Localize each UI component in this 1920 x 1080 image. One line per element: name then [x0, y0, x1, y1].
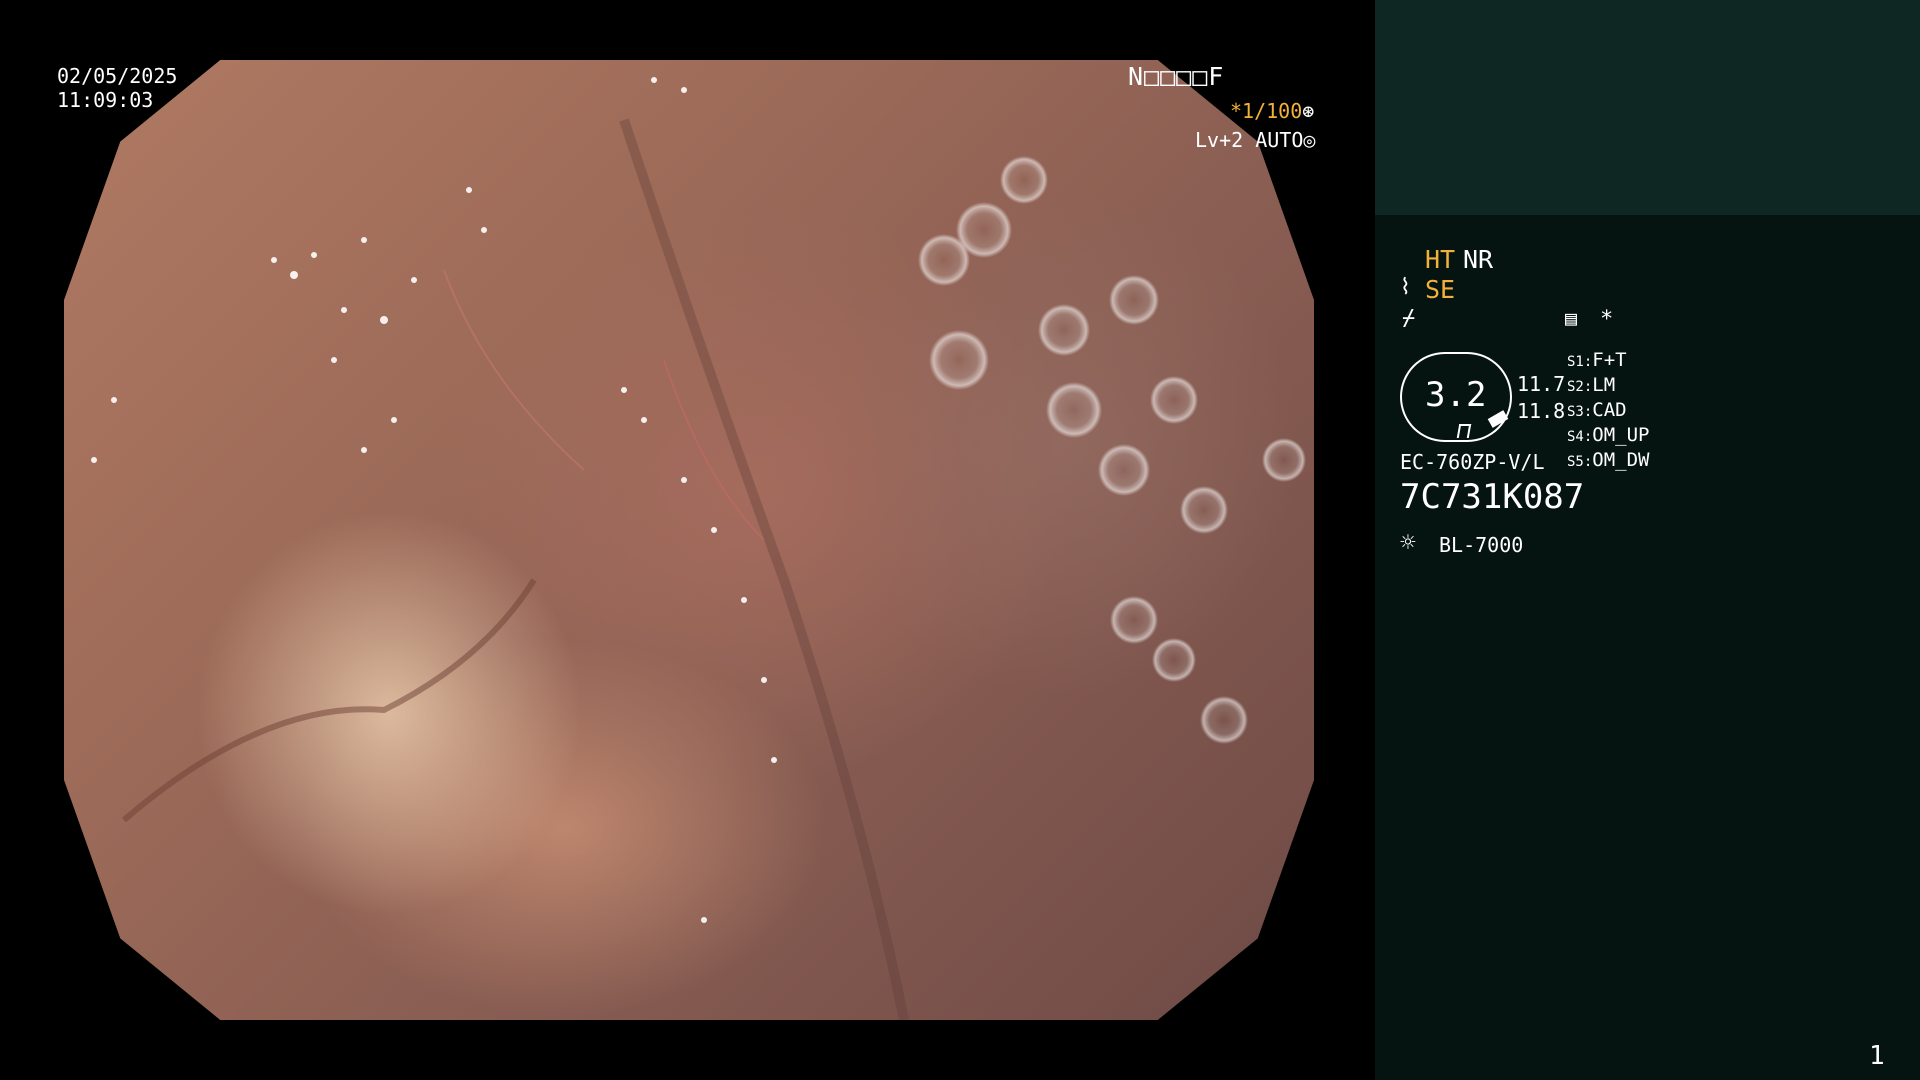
brightness-level: Lv+2 AUTO◎ [1195, 130, 1315, 150]
switch-value: OM_UP [1592, 424, 1650, 446]
info-panel: HT NR ⌇ SE ⌿ ▤ * 3.2 11.7 11.8 S1:F+T S2… [1375, 0, 1920, 1080]
switch-key: S1: [1567, 354, 1593, 370]
hyper-tone-indicator: HT [1425, 245, 1456, 274]
mucosa-texture [91, 77, 1306, 1020]
panel-header-area [1375, 0, 1920, 215]
page-number: 1 [1869, 1041, 1885, 1071]
exam-time: 11:09:03 [57, 88, 154, 112]
level-value: Lv+2 AUTO [1195, 128, 1304, 152]
switch-key: S4: [1567, 429, 1593, 445]
shutter-prefix: * [1230, 99, 1243, 123]
light-source-icon: ☼ [1400, 528, 1416, 558]
patient-id: N□□□□F [1128, 62, 1225, 91]
zoom-value: 3.2 [1425, 375, 1487, 415]
scope-serial-number: 7C731K087 [1400, 477, 1585, 517]
switch-key: S5: [1567, 454, 1593, 470]
switch-value: F+T [1592, 349, 1627, 371]
light-source-model: BL-7000 [1439, 533, 1524, 557]
auto-iris-icon: ◎ [1303, 128, 1316, 152]
structure-enhance-icon: ⌇ [1400, 275, 1411, 300]
scope-switch-3: S3:CAD [1567, 401, 1627, 420]
scope-switch-4: S4:OM_UP [1567, 426, 1650, 445]
shutter-icon: ⊛ [1302, 99, 1315, 123]
scope-switch-5: S5:OM_DW [1567, 451, 1650, 470]
gauge-value-2: 11.8 [1517, 399, 1566, 423]
switch-key: S3: [1567, 404, 1593, 420]
scope-switch-2: S2:LM [1567, 376, 1615, 395]
shutter-value: 1/100 [1242, 99, 1303, 123]
switch-value: CAD [1592, 399, 1627, 421]
zoom-gauge-notch [1456, 424, 1472, 438]
star-indicator: * [1600, 307, 1614, 332]
enhancement-icon: ⌿ [1402, 306, 1416, 331]
document-icon: ▤ [1565, 306, 1578, 330]
endoscope-video-area: 02/05/2025 11:09:03 N□□□□F *1/100⊛ Lv+2 … [0, 0, 1375, 1080]
gauge-value-1: 11.7 [1517, 372, 1566, 396]
shutter-speed: *1/100⊛ [1230, 101, 1314, 121]
noise-reduction-indicator: NR [1463, 245, 1494, 274]
exam-date: 02/05/2025 [57, 64, 178, 88]
endoscope-image [64, 60, 1314, 1020]
scope-model: EC-760ZP-V/L [1400, 450, 1545, 474]
structure-enhance-indicator: SE [1425, 275, 1456, 304]
scope-switch-1: S1:F+T [1567, 351, 1627, 370]
switch-value: LM [1592, 374, 1616, 396]
switch-value: OM_DW [1592, 449, 1650, 471]
switch-key: S2: [1567, 379, 1593, 395]
